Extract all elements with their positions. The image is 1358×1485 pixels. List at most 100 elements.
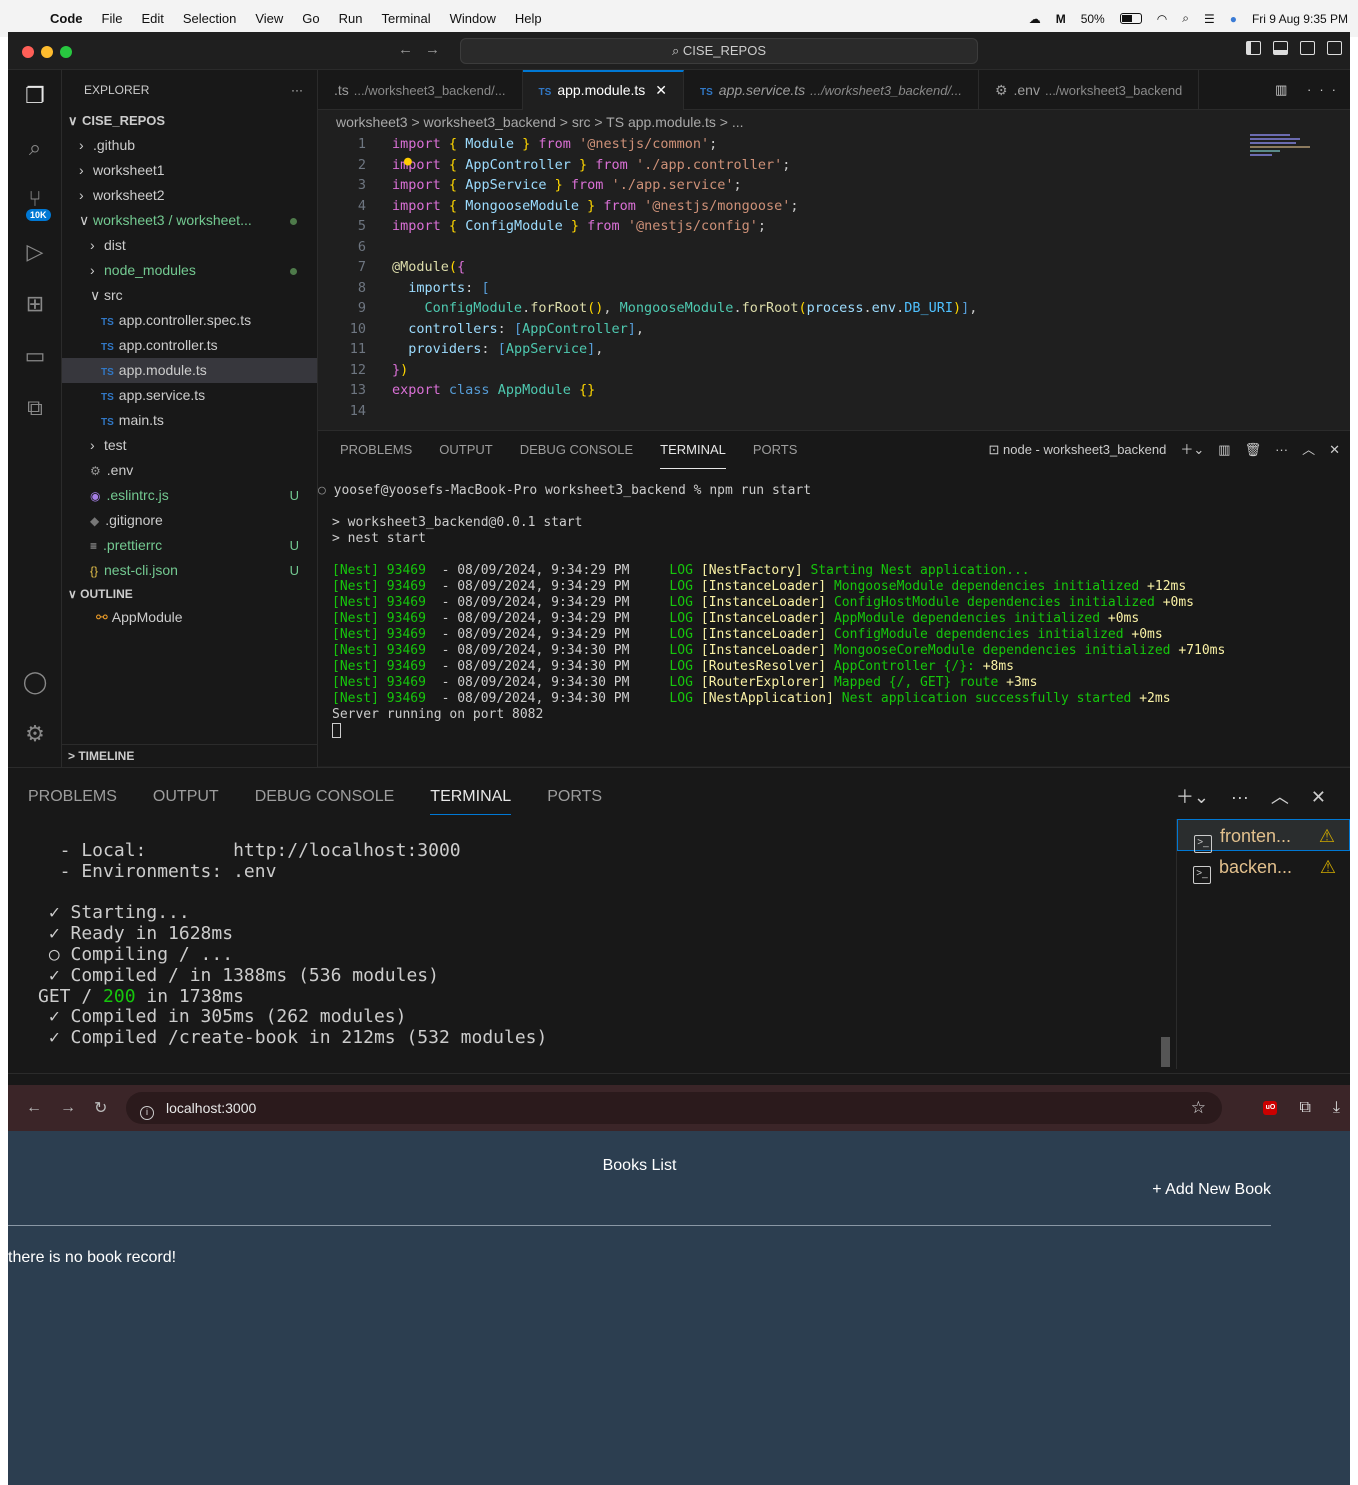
terminal-selector[interactable]: ⊡ node - worksheet3_backend [989,431,1167,469]
reload-icon[interactable]: ↻ [94,1098,107,1118]
menu-help[interactable]: Help [515,11,542,26]
tab-env[interactable]: ⚙ .env .../worksheet3_backend [979,70,1200,110]
nav-arrows[interactable]: ←→ [398,41,452,58]
battery-icon[interactable] [1119,13,1142,24]
outline-item[interactable]: ⚯ AppModule [62,605,317,630]
customize-layout-icon[interactable] [1327,41,1342,55]
address-bar[interactable]: i localhost:3000 ☆ [126,1092,1222,1124]
more-actions-icon[interactable]: ··· [291,70,303,110]
tree-item[interactable]: › .github [62,133,317,158]
search-icon[interactable]: ⌕ [21,134,49,162]
close-panel-icon[interactable]: ✕ [1329,431,1340,469]
cloud-icon[interactable]: ☁ [1029,12,1041,26]
tab-problems[interactable]: PROBLEMS [340,431,412,469]
tree-item[interactable]: TS app.service.ts [62,383,317,408]
timeline-section[interactable]: > TIMELINE [62,744,318,766]
tab-output[interactable]: OUTPUT [153,779,219,815]
malwarebytes-icon[interactable]: M [1056,12,1066,26]
more-actions-icon[interactable]: ··· [1275,431,1288,469]
menu-run[interactable]: Run [339,11,363,26]
menu-window[interactable]: Window [450,11,496,26]
terminal-scrollbar[interactable] [1161,1037,1170,1067]
tree-item[interactable]: TS app.module.ts [62,358,317,383]
tree-item[interactable]: {} nest-cli.json U [62,558,317,583]
tree-item[interactable]: › dist [62,233,317,258]
lightbulb-icon[interactable]: ● [404,154,412,169]
tree-root[interactable]: ∨ CISE_REPOS [62,108,317,133]
bookmark-star-icon[interactable]: ☆ [1191,1092,1206,1124]
terminal-output[interactable]: - Local: http://localhost:3000 - Environ… [38,840,547,1049]
extensions-puzzle-icon[interactable]: ⧉ [1299,1085,1310,1131]
terminal-output[interactable]: ○ yoosef@yoosefs-MacBook-Pro worksheet3_… [318,469,1350,738]
menu-view[interactable]: View [255,11,283,26]
maximize-panel-icon[interactable]: ︿ [1271,779,1289,815]
split-editor-icon[interactable]: ▥ ··· [1275,70,1344,110]
tree-item[interactable]: ≡ .prettierrc U [62,533,317,558]
forward-icon[interactable]: → [60,1099,76,1117]
tab-debug-console[interactable]: DEBUG CONSOLE [520,431,633,469]
menubar-clock[interactable]: Fri 9 Aug 9:35 PM [1252,12,1348,26]
control-center-icon[interactable]: ☰ [1204,12,1215,26]
tree-item[interactable]: › node_modules [62,258,317,283]
new-terminal-icon[interactable]: ＋⌄ [1180,431,1204,469]
wifi-icon[interactable]: ◠ [1157,12,1167,26]
minimap[interactable] [1250,134,1320,164]
terminal-item-backend[interactable]: >_ backen... ⚠ [1177,851,1350,884]
ublock-extension-icon[interactable]: uO [1263,1101,1278,1115]
tree-item[interactable]: ∨ worksheet3 / worksheet... [62,208,317,233]
toggle-panel-icon[interactable] [1273,41,1288,55]
tab-output[interactable]: OUTPUT [439,431,492,469]
tree-item[interactable]: › test [62,433,317,458]
explorer-icon[interactable]: ❐ [21,82,49,110]
tree-item[interactable]: › worksheet2 [62,183,317,208]
tree-item[interactable]: TS main.ts [62,408,317,433]
menu-go[interactable]: Go [302,11,319,26]
back-icon[interactable]: ← [26,1099,42,1117]
siri-icon[interactable]: ● [1230,12,1237,26]
command-center[interactable]: ⌕ CISE_REPOS [460,38,978,64]
menu-selection[interactable]: Selection [183,11,236,26]
docker-icon[interactable]: ⧉ [21,394,49,422]
terminal-item-frontend[interactable]: >_ fronten... ⚠ [1177,819,1350,853]
outline-section[interactable]: ∨ OUTLINE [62,583,317,605]
tab-debug-console[interactable]: DEBUG CONSOLE [255,779,395,815]
remote-explorer-icon[interactable]: ▭ [21,342,49,370]
tree-item[interactable]: › worksheet1 [62,158,317,183]
tab-app-service[interactable]: TS app.service.ts .../worksheet3_backend/.… [684,70,979,110]
add-new-book-link[interactable]: + Add New Book [1152,1181,1271,1199]
tree-item[interactable]: ◉ .eslintrc.js U [62,483,317,508]
toggle-sidebar-icon[interactable] [1246,41,1261,55]
account-icon[interactable]: ◯ [21,668,49,696]
settings-gear-icon[interactable]: ⚙ [21,720,49,748]
spotlight-search-icon[interactable]: ⌕ [1182,11,1189,26]
tab-terminal[interactable]: TERMINAL [660,431,726,469]
run-debug-icon[interactable]: ▷ [21,238,49,266]
zoom-window-button[interactable] [60,46,72,58]
download-icon[interactable]: ⤓ [1333,1085,1340,1131]
site-info-icon[interactable]: i [140,1106,154,1120]
tab-terminal[interactable]: TERMINAL [430,779,512,815]
new-terminal-icon[interactable]: ＋⌄ [1176,779,1209,815]
extensions-icon[interactable]: ⊞ [21,290,49,318]
maximize-panel-icon[interactable]: ︿ [1302,431,1315,469]
code-editor[interactable]: 1 import { Module } from '@nestjs/common'… [318,134,1350,434]
more-actions-icon[interactable]: ··· [1231,779,1249,815]
tree-item[interactable]: TS app.controller.spec.ts [62,308,317,333]
minimize-window-button[interactable] [41,46,53,58]
tree-item[interactable]: ⚙ .env [62,458,317,483]
tab-app-module[interactable]: TS app.module.ts ✕ [522,70,685,110]
breadcrumb[interactable]: worksheet3 > worksheet3_backend > src > … [318,110,1350,134]
trash-icon[interactable]: 🗑 [1245,431,1262,469]
tab-ports[interactable]: PORTS [753,431,798,469]
close-window-button[interactable] [22,46,34,58]
toggle-secondary-sidebar-icon[interactable] [1300,41,1315,55]
menu-app-name[interactable]: Code [50,11,83,26]
tree-item[interactable]: ∨ src [62,283,317,308]
menu-terminal[interactable]: Terminal [382,11,431,26]
tree-item[interactable]: TS app.controller.ts [62,333,317,358]
tab-previous-ts[interactable]: .ts .../worksheet3_backend/... [318,70,523,110]
close-panel-icon[interactable]: ✕ [1311,779,1326,815]
tab-ports[interactable]: PORTS [547,779,602,815]
menu-edit[interactable]: Edit [141,11,163,26]
tree-item[interactable]: ◆ .gitignore [62,508,317,533]
